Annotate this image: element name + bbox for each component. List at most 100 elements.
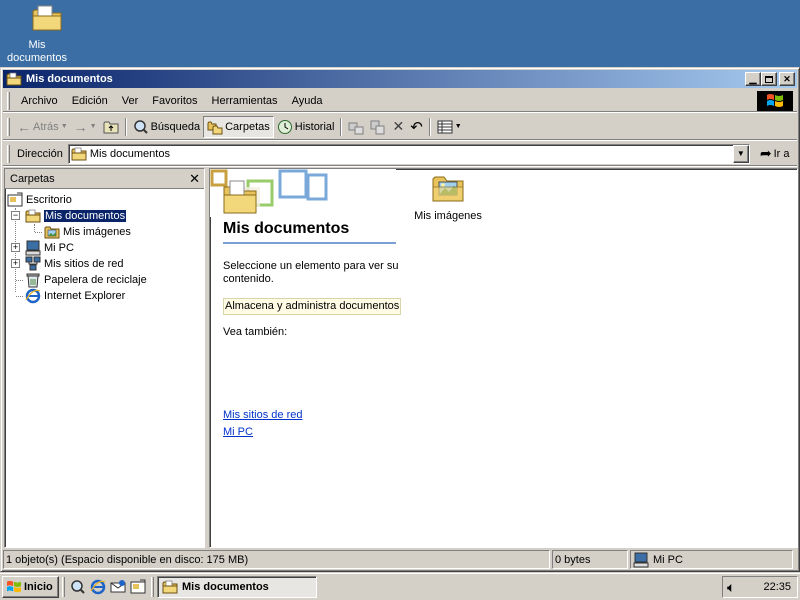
quicklaunch-grip[interactable] — [62, 576, 65, 597]
menu-edicion[interactable]: Edición — [65, 93, 115, 109]
undo-icon: ↶ — [410, 118, 423, 136]
maximize-button[interactable] — [761, 72, 777, 86]
tree-item-my-pictures[interactable]: Mis imágenes — [5, 224, 204, 240]
search-label: Búsqueda — [150, 120, 201, 133]
collapse-icon[interactable]: − — [11, 211, 20, 220]
history-button[interactable]: Historial — [274, 116, 338, 138]
tree-label: Internet Explorer — [44, 290, 126, 302]
desktop-icon-label: Mis documentos — [7, 39, 67, 64]
arrow-left-icon: ← — [17, 118, 31, 135]
up-folder-button[interactable] — [100, 116, 122, 138]
volume-icon[interactable]: 🔈︎ — [727, 579, 735, 596]
recycle-bin-icon — [26, 273, 40, 288]
quicklaunch-outlook[interactable] — [108, 577, 128, 597]
tree-line — [35, 232, 42, 233]
search-button[interactable]: Búsqueda — [130, 116, 204, 138]
link-network-places[interactable]: Mis sitios de red — [223, 409, 302, 421]
expand-icon[interactable]: + — [11, 259, 20, 268]
internet-explorer-icon — [25, 288, 41, 304]
delete-button[interactable]: ✕ — [389, 116, 407, 138]
history-label: Historial — [294, 120, 335, 133]
undo-button[interactable]: ↶ — [407, 116, 426, 138]
menu-grip[interactable] — [7, 91, 10, 110]
content-pane: Mis documentos Seleccione un elemento pa… — [209, 168, 798, 548]
selection-hint: Seleccione un elemento para ver su conte… — [223, 260, 399, 285]
close-button[interactable]: ✕ — [779, 72, 795, 86]
close-icon[interactable]: ✕ — [189, 172, 200, 185]
status-objects: 1 objeto(s) (Espacio disponible en disco… — [3, 550, 550, 569]
tree-item-desktop[interactable]: Escritorio — [5, 192, 204, 208]
expand-icon[interactable]: + — [11, 243, 20, 252]
quicklaunch-show-desktop[interactable] — [128, 577, 148, 597]
tree-item-network-places[interactable]: + Mis sitios de red — [5, 256, 204, 272]
chevron-down-icon[interactable]: ▼ — [61, 123, 68, 130]
tree-item-internet-explorer[interactable]: Internet Explorer — [5, 288, 204, 304]
toolbar-grip[interactable] — [7, 117, 10, 136]
folder-pictures-icon — [432, 176, 464, 202]
folder-documents-icon — [71, 147, 87, 160]
folders-button[interactable]: Carpetas — [203, 115, 274, 138]
windows-logo-icon — [7, 580, 21, 592]
status-bar: 1 objeto(s) (Espacio disponible en disco… — [3, 550, 797, 570]
delete-icon: ✕ — [392, 118, 405, 134]
folders-pane: Carpetas ✕ Escritorio − Mis documentos M… — [4, 168, 205, 548]
start-label: Inicio — [24, 580, 53, 593]
menu-ayuda[interactable]: Ayuda — [285, 93, 330, 109]
taskbar-button-my-documents[interactable]: Mis documentos — [157, 575, 317, 598]
go-arrow-icon: ➦ — [759, 145, 772, 161]
clock[interactable]: 22:35 — [763, 581, 791, 593]
folders-pane-title: Carpetas — [10, 172, 55, 185]
address-dropdown-button[interactable]: ▼ — [732, 144, 749, 163]
back-button[interactable]: ← Atrás ▼ — [14, 116, 71, 138]
move-to-button[interactable] — [345, 116, 367, 138]
search-icon — [133, 119, 148, 134]
menu-ver[interactable]: Ver — [115, 93, 146, 109]
address-value: Mis documentos — [89, 147, 170, 160]
status-zone: Mi PC — [630, 550, 793, 569]
quicklaunch-search[interactable] — [68, 577, 88, 597]
title-bar[interactable]: Mis documentos ▁ ✕ — [3, 70, 797, 88]
link-my-computer[interactable]: Mi PC — [223, 426, 253, 438]
standard-toolbar: ← Atrás ▼ → ▼ Búsqueda Carpetas Historia… — [3, 114, 797, 140]
toolbar-separator — [340, 117, 343, 136]
copy-to-button[interactable] — [367, 116, 389, 138]
computer-icon — [633, 552, 649, 567]
address-input[interactable]: Mis documentos ▼ — [67, 143, 750, 164]
chevron-down-icon[interactable]: ▼ — [90, 123, 97, 130]
tree-item-my-documents[interactable]: − Mis documentos — [5, 208, 204, 224]
menu-herramientas[interactable]: Herramientas — [205, 93, 285, 109]
desktop-icon-my-documents[interactable]: Mis documentos — [2, 2, 72, 65]
tree-label: Mis sitios de red — [44, 258, 124, 270]
quicklaunch-ie[interactable] — [88, 577, 108, 597]
forward-button[interactable]: → ▼ — [71, 116, 100, 138]
address-grip[interactable] — [7, 144, 10, 163]
title-underline — [223, 242, 396, 244]
computer-icon — [25, 240, 41, 256]
desktop-icon — [7, 192, 23, 207]
item-label: Mis imágenes — [414, 210, 482, 222]
network-icon — [25, 256, 41, 271]
tree-line — [16, 280, 23, 281]
tree-item-my-computer[interactable]: + Mi PC — [5, 240, 204, 256]
folders-pane-header: Carpetas ✕ — [5, 169, 204, 189]
toolbar-separator — [428, 117, 431, 136]
tree-label-selected: Mis documentos — [42, 209, 128, 223]
minimize-icon: ▁ — [749, 73, 757, 84]
chevron-down-icon[interactable]: ▼ — [455, 123, 462, 130]
menu-favoritos[interactable]: Favoritos — [145, 93, 204, 109]
folders-icon — [207, 121, 223, 134]
menu-bar: Archivo Edición Ver Favoritos Herramient… — [3, 90, 797, 112]
tree-label: Papelera de reciclaje — [44, 274, 147, 286]
go-button[interactable]: ➦ Ir a — [756, 145, 794, 162]
system-tray: 🔈︎ 22:35 — [722, 576, 798, 598]
tree-item-recycle-bin[interactable]: Papelera de reciclaje — [5, 272, 204, 288]
item-my-pictures[interactable]: Mis imágenes — [408, 173, 488, 222]
minimize-button[interactable]: ▁ — [745, 72, 761, 86]
windows-logo-icon — [757, 91, 793, 111]
start-button[interactable]: Inicio — [2, 575, 59, 598]
history-icon — [277, 119, 292, 134]
views-button[interactable]: ▼ — [434, 116, 465, 138]
menu-archivo[interactable]: Archivo — [14, 93, 65, 109]
folders-label: Carpetas — [225, 120, 270, 133]
taskbar-grip[interactable] — [151, 576, 154, 597]
